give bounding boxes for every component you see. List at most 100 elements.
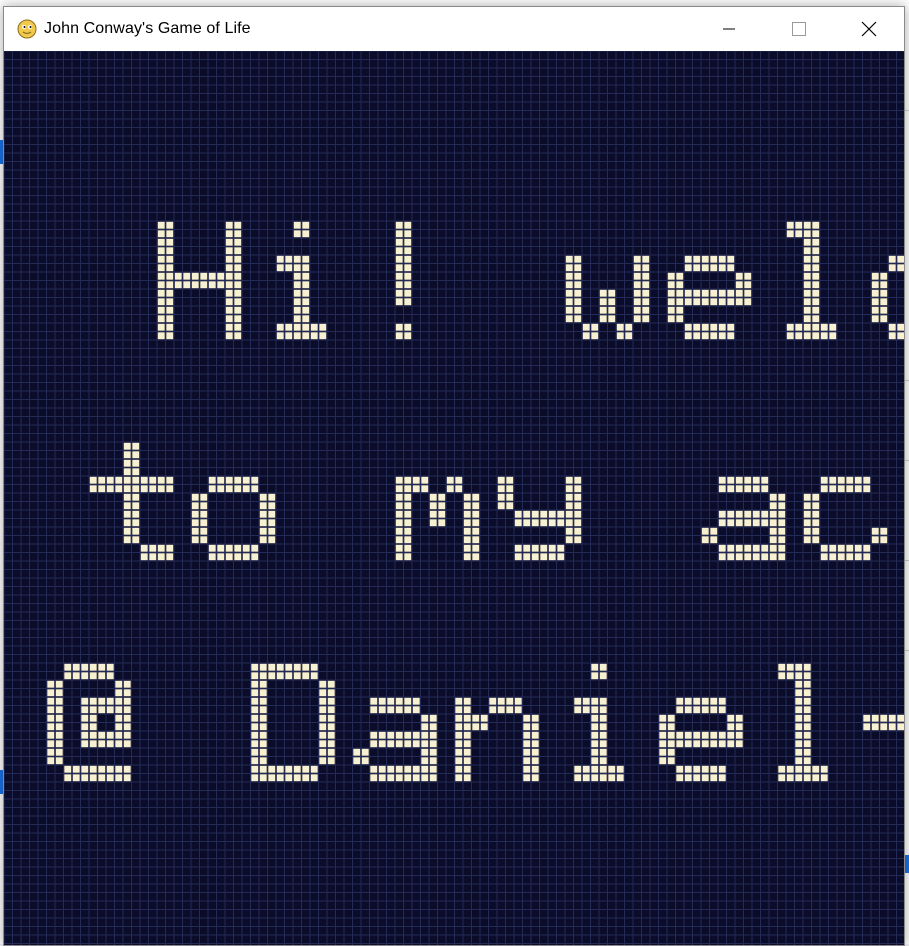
alive-cell (591, 757, 599, 765)
alive-cell (47, 714, 55, 722)
alive-cell (812, 323, 820, 331)
alive-cell (81, 663, 89, 671)
alive-cell (463, 493, 471, 501)
alive-cell (582, 774, 590, 782)
maximize-button[interactable] (764, 7, 834, 51)
alive-cell (412, 765, 420, 773)
alive-cell (591, 765, 599, 773)
alive-cell (191, 272, 199, 280)
alive-cell (744, 289, 752, 297)
alive-cell (123, 774, 131, 782)
alive-cell (106, 706, 114, 714)
alive-cell (514, 706, 522, 714)
alive-cell (523, 731, 531, 739)
alive-cell (234, 255, 242, 263)
alive-cell (557, 553, 565, 561)
alive-cell (795, 723, 803, 731)
alive-cell (412, 476, 420, 484)
alive-cell (761, 485, 769, 493)
alive-cell (268, 493, 276, 501)
alive-cell (157, 544, 165, 552)
alive-cell (633, 306, 641, 314)
alive-cell (676, 289, 684, 297)
alive-cell (684, 323, 692, 331)
alive-cell (123, 689, 131, 697)
alive-cell (497, 476, 505, 484)
alive-cell (276, 774, 284, 782)
alive-cell (132, 485, 140, 493)
alive-cell (89, 740, 97, 748)
alive-cell (140, 476, 148, 484)
alive-cell (200, 272, 208, 280)
alive-cell (302, 306, 310, 314)
alive-cell (565, 519, 573, 527)
alive-cell (795, 731, 803, 739)
alive-cell (523, 723, 531, 731)
alive-cell (744, 519, 752, 527)
alive-cell (786, 765, 794, 773)
close-button[interactable] (834, 7, 904, 51)
alive-cell (897, 714, 904, 722)
alive-cell (276, 332, 284, 340)
title-bar[interactable]: John Conway's Game of Life (4, 7, 904, 51)
alive-cell (234, 298, 242, 306)
alive-cell (285, 774, 293, 782)
alive-cell (395, 765, 403, 773)
alive-cell (302, 663, 310, 671)
alive-cell (472, 493, 480, 501)
alive-cell (157, 255, 165, 263)
alive-cell (880, 315, 888, 323)
alive-cell (89, 706, 97, 714)
alive-cell (115, 680, 123, 688)
alive-cell (701, 289, 709, 297)
game-grid-area[interactable] (4, 51, 904, 945)
alive-cell (769, 544, 777, 552)
alive-cell (149, 485, 157, 493)
alive-cell (395, 740, 403, 748)
alive-cell (421, 731, 429, 739)
alive-cell (531, 714, 539, 722)
alive-cell (404, 281, 412, 289)
alive-cell (506, 502, 514, 510)
alive-cell (438, 510, 446, 518)
alive-cell (574, 493, 582, 501)
alive-cell (880, 289, 888, 297)
alive-cell (463, 714, 471, 722)
alive-cell (846, 553, 854, 561)
alive-cell (599, 731, 607, 739)
alive-cell (387, 740, 395, 748)
alive-cell (659, 740, 667, 748)
alive-cell (591, 323, 599, 331)
alive-cell (234, 289, 242, 297)
alive-cell (387, 697, 395, 705)
alive-cell (769, 553, 777, 561)
alive-cell (778, 502, 786, 510)
alive-cell (735, 740, 743, 748)
alive-cell (89, 476, 97, 484)
alive-cell (625, 323, 633, 331)
alive-cell (897, 723, 904, 731)
alive-cell (132, 502, 140, 510)
alive-cell (293, 298, 301, 306)
alive-cell (523, 748, 531, 756)
alive-cell (251, 765, 259, 773)
alive-cell (208, 272, 216, 280)
alive-cell (803, 298, 811, 306)
alive-cell (123, 731, 131, 739)
alive-cell (89, 672, 97, 680)
alive-cell (55, 714, 63, 722)
minimize-button[interactable] (694, 7, 764, 51)
alive-cell (701, 731, 709, 739)
alive-cell (710, 731, 718, 739)
alive-cell (293, 255, 301, 263)
alive-cell (157, 289, 165, 297)
alive-cell (251, 723, 259, 731)
life-grid[interactable] (4, 51, 904, 945)
alive-cell (463, 774, 471, 782)
alive-cell (854, 485, 862, 493)
alive-cell (667, 306, 675, 314)
alive-cell (115, 731, 123, 739)
alive-cell (64, 672, 72, 680)
alive-cell (761, 519, 769, 527)
alive-cell (497, 493, 505, 501)
